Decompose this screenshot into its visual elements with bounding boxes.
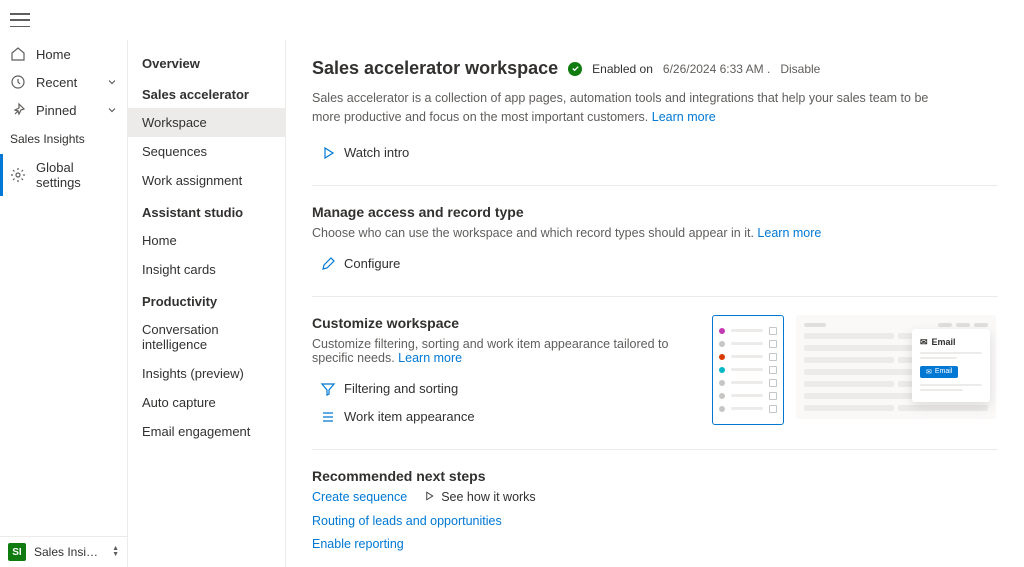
section-title-customize: Customize workspace: [312, 315, 692, 331]
nav-section-title: Sales Insights: [0, 124, 127, 154]
preview-email-card: ✉Email ✉Email: [912, 329, 990, 402]
see-how-it-works-button[interactable]: See how it works: [423, 490, 535, 505]
sidebar-item-insight-cards[interactable]: Insight cards: [128, 255, 285, 284]
sidebar-item-home[interactable]: Home: [128, 226, 285, 255]
nav-label: Recent: [36, 75, 77, 90]
work-item-appearance-button[interactable]: Work item appearance: [312, 403, 692, 431]
nav-label: Home: [36, 47, 71, 62]
play-icon: [423, 490, 435, 505]
nav-footer[interactable]: SI Sales Insights sett… ▲▼: [0, 536, 127, 567]
primary-nav: Home Recent Pinned Sales Insights Global…: [0, 40, 128, 567]
sidebar-group-productivity: Productivity: [128, 284, 285, 315]
nav-label: Global settings: [36, 160, 117, 190]
sidebar-group-sales-accelerator: Sales accelerator: [128, 77, 285, 108]
status-label: Enabled on: [592, 62, 653, 76]
nav-label: Pinned: [36, 103, 76, 118]
page-title: Sales accelerator workspace: [312, 58, 558, 79]
header-description: Sales accelerator is a collection of app…: [312, 89, 952, 127]
filtering-sorting-button[interactable]: Filtering and sorting: [312, 375, 692, 403]
sidebar-item-sequences[interactable]: Sequences: [128, 137, 285, 166]
status-date: 6/26/2024 6:33 AM .: [663, 62, 770, 76]
content-area: Sales accelerator workspace Enabled on 6…: [286, 40, 1024, 567]
sidebar-item-email-engagement[interactable]: Email engagement: [128, 417, 285, 446]
product-badge: SI: [8, 543, 26, 561]
hamburger-menu[interactable]: [10, 13, 30, 27]
home-icon: [10, 46, 26, 62]
configure-button[interactable]: Configure: [312, 250, 998, 278]
section-desc: Customize filtering, sorting and work it…: [312, 337, 692, 365]
sidebar-item-overview[interactable]: Overview: [128, 46, 285, 77]
section-title-access: Manage access and record type: [312, 204, 998, 220]
list-icon: [320, 409, 336, 425]
secondary-sidebar: Overview Sales accelerator Workspace Seq…: [128, 40, 286, 567]
watch-intro-button[interactable]: Watch intro: [312, 139, 998, 167]
section-title-next-steps: Recommended next steps: [312, 468, 998, 484]
enable-reporting-link[interactable]: Enable reporting: [312, 537, 404, 551]
learn-more-link[interactable]: Learn more: [757, 226, 821, 240]
routing-link[interactable]: Routing of leads and opportunities: [312, 514, 502, 528]
gear-icon: [10, 167, 26, 183]
nav-item-global-settings[interactable]: Global settings: [0, 154, 127, 196]
check-circle-icon: [568, 62, 582, 76]
pencil-icon: [320, 256, 336, 272]
nav-item-recent[interactable]: Recent: [0, 68, 127, 96]
sidebar-item-conversation-intelligence[interactable]: Conversation intelligence: [128, 315, 285, 359]
learn-more-link[interactable]: Learn more: [652, 110, 716, 124]
preview-detail-panel: ✉Email ✉Email: [796, 315, 996, 419]
updown-chevron-icon: ▲▼: [112, 546, 119, 558]
clock-icon: [10, 74, 26, 90]
create-sequence-link[interactable]: Create sequence: [312, 490, 407, 504]
pin-icon: [10, 102, 26, 118]
play-icon: [320, 145, 336, 161]
sidebar-item-auto-capture[interactable]: Auto capture: [128, 388, 285, 417]
section-desc: Choose who can use the workspace and whi…: [312, 226, 998, 240]
mail-icon: ✉: [920, 337, 928, 348]
nav-item-pinned[interactable]: Pinned: [0, 96, 127, 124]
customize-preview: ✉Email ✉Email: [712, 315, 996, 431]
sidebar-item-work-assignment[interactable]: Work assignment: [128, 166, 285, 195]
disable-link[interactable]: Disable: [780, 62, 820, 76]
sidebar-item-workspace[interactable]: Workspace: [128, 108, 285, 137]
sidebar-item-insights-preview[interactable]: Insights (preview): [128, 359, 285, 388]
nav-footer-text: Sales Insights sett…: [34, 545, 104, 559]
chevron-down-icon: [107, 75, 117, 90]
learn-more-link[interactable]: Learn more: [398, 351, 462, 365]
preview-list-panel: [712, 315, 784, 425]
sidebar-group-assistant-studio: Assistant studio: [128, 195, 285, 226]
filter-icon: [320, 381, 336, 397]
nav-item-home[interactable]: Home: [0, 40, 127, 68]
chevron-down-icon: [107, 103, 117, 118]
